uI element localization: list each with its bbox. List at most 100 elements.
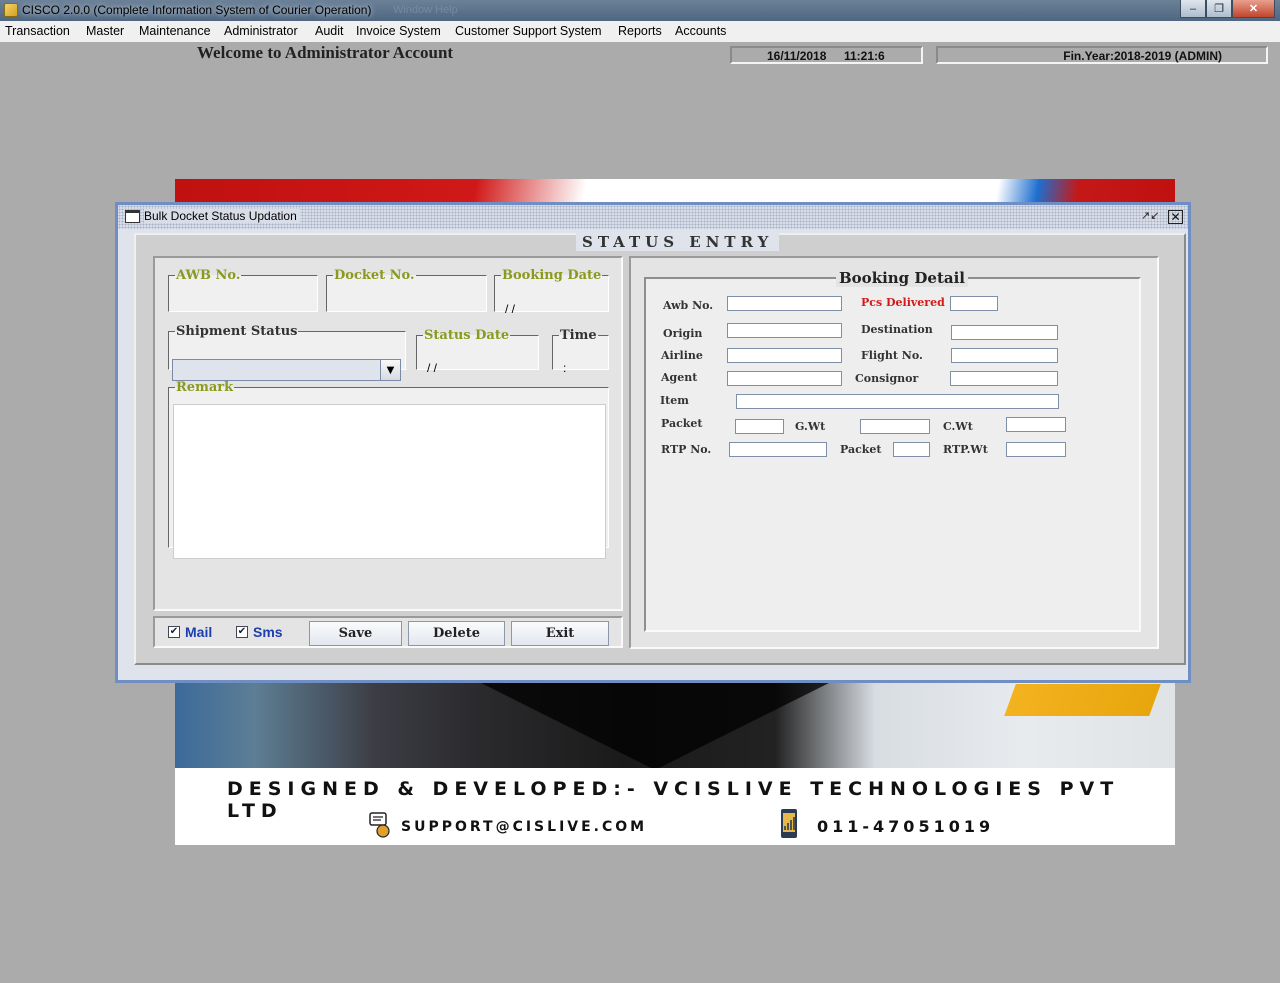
date-time-box: 16/11/2018 11:21:6: [730, 46, 923, 64]
time-field[interactable]: Time :: [552, 328, 609, 375]
banner-footer: DESIGNED & DEVELOPED:- VCISLIVE TECHNOLO…: [175, 768, 1175, 845]
app-icon: [4, 3, 18, 17]
mobile-phone-icon: [781, 809, 797, 838]
item-label: Item: [660, 394, 689, 407]
packet2-label: Packet: [840, 443, 882, 456]
remark-textarea[interactable]: [173, 404, 606, 559]
rtp-no-label: RTP No.: [661, 443, 712, 456]
gwt-label: G.Wt: [795, 420, 826, 433]
close-icon[interactable]: ✕: [1232, 0, 1275, 18]
booking-detail-title: Booking Detail: [836, 269, 968, 287]
app-title: CISCO 2.0.0 (Complete Information System…: [22, 3, 372, 17]
mail-label: Mail: [185, 624, 213, 640]
rtp-wt-input[interactable]: [1006, 442, 1066, 457]
consignor-label: Consignor: [855, 372, 919, 385]
forklift-image: [1004, 684, 1161, 716]
delete-button[interactable]: Delete: [408, 621, 505, 646]
rtp-wt-label: RTP.Wt: [943, 443, 988, 456]
exit-button[interactable]: Exit: [511, 621, 609, 646]
restore-icon[interactable]: ↗↙: [1141, 211, 1159, 223]
menu-master[interactable]: Master: [86, 24, 124, 38]
flight-no-input[interactable]: [951, 348, 1058, 363]
shipment-status-dropdown[interactable]: ▼: [172, 359, 401, 381]
sms-label: Sms: [253, 624, 283, 640]
shipment-status-label: Shipment Status: [176, 324, 298, 339]
chevron-down-icon[interactable]: ▼: [380, 360, 400, 380]
packet-input[interactable]: [735, 419, 784, 434]
packet-label: Packet: [661, 417, 703, 430]
status-date-label: Status Date: [424, 328, 510, 343]
shipment-status-field: Shipment Status ▼: [168, 324, 406, 381]
remark-field: Remark: [168, 380, 609, 559]
fin-year-box: Fin.Year:2018-2019 (ADMIN): [936, 46, 1268, 64]
booking-date-field[interactable]: Booking Date / /: [494, 268, 609, 316]
time-value: 11:21:6: [844, 49, 885, 63]
minimize-icon[interactable]: –: [1180, 0, 1206, 18]
booking-detail-panel: Booking Detail Awb No. Pcs Delivered Ori…: [629, 256, 1159, 649]
item-input[interactable]: [736, 394, 1059, 409]
status-date-field[interactable]: Status Date / /: [416, 328, 539, 375]
app-title-bar: CISCO 2.0.0 (Complete Information System…: [0, 0, 1280, 21]
dialog-title: Bulk Docket Status Updation: [144, 209, 300, 223]
cwt-label: C.Wt: [943, 420, 973, 433]
menu-transaction[interactable]: Transaction: [5, 24, 70, 38]
frame-icon: [125, 210, 140, 223]
gwt-input[interactable]: [860, 419, 930, 434]
packet2-input[interactable]: [893, 442, 930, 457]
booking-date-value: / /: [505, 302, 516, 316]
docket-field[interactable]: Docket No.: [326, 268, 487, 312]
agent-input[interactable]: [727, 371, 842, 386]
pcs-delivered-label: Pcs Delivered: [861, 296, 945, 309]
status-entry-frame: STATUS ENTRY AWB No. Docket No. Booking …: [134, 233, 1186, 665]
dialog-close-icon[interactable]: ✕: [1168, 210, 1183, 224]
awb-no-input[interactable]: [727, 296, 842, 311]
dialog-title-bar[interactable]: Bulk Docket Status Updation ↗↙ ✕: [118, 205, 1188, 229]
banner-collage-image: [175, 680, 1175, 770]
menu-audit[interactable]: Audit: [315, 24, 344, 38]
pcs-delivered-input[interactable]: [950, 296, 998, 311]
menu-accounts[interactable]: Accounts: [675, 24, 726, 38]
sms-checkbox[interactable]: ✔: [236, 626, 248, 638]
awb-no-label: Awb No.: [663, 299, 714, 312]
airline-input[interactable]: [727, 348, 842, 363]
menu-invoice-system[interactable]: Invoice System: [356, 24, 441, 38]
menu-reports[interactable]: Reports: [618, 24, 662, 38]
time-label: Time: [560, 328, 597, 343]
support-email: SUPPORT@CISLIVE.COM: [401, 819, 648, 835]
booking-date-label: Booking Date: [502, 268, 602, 283]
menu-administrator[interactable]: Administrator: [224, 24, 298, 38]
status-entry-title: STATUS ENTRY: [576, 233, 780, 251]
destination-label: Destination: [861, 323, 933, 336]
awb-label: AWB No.: [176, 268, 241, 283]
origin-label: Origin: [663, 327, 703, 340]
destination-input[interactable]: [951, 325, 1058, 340]
bulk-docket-dialog: Bulk Docket Status Updation ↗↙ ✕ STATUS …: [115, 202, 1191, 683]
docket-label: Docket No.: [334, 268, 415, 283]
entry-panel: AWB No. Docket No. Booking Date / / Ship…: [153, 256, 623, 611]
ghost-menu-text: Window Help: [393, 4, 458, 16]
agent-label: Agent: [661, 371, 698, 384]
action-bar: ✔ Mail ✔ Sms Save Delete Exit: [153, 616, 623, 648]
origin-input[interactable]: [727, 323, 842, 338]
time-value-field: :: [563, 361, 567, 375]
rtp-no-input[interactable]: [729, 442, 827, 457]
status-date-value: / /: [427, 361, 438, 375]
flight-no-label: Flight No.: [861, 349, 923, 362]
cwt-input[interactable]: [1006, 417, 1066, 432]
booking-detail-box: Booking Detail Awb No. Pcs Delivered Ori…: [644, 269, 1141, 632]
awb-field[interactable]: AWB No.: [168, 268, 318, 312]
menu-bar: Transaction Master Maintenance Administr…: [0, 21, 1280, 42]
consignor-input[interactable]: [950, 371, 1058, 386]
menu-maintenance[interactable]: Maintenance: [139, 24, 211, 38]
menu-customer-support-system[interactable]: Customer Support System: [455, 24, 602, 38]
support-phone: 011-47051019: [817, 817, 995, 836]
maximize-icon[interactable]: ❐: [1206, 0, 1232, 18]
welcome-text: Welcome to Administrator Account: [197, 43, 454, 62]
remark-label: Remark: [176, 380, 234, 395]
date-value: 16/11/2018: [767, 49, 827, 63]
airline-label: Airline: [661, 349, 703, 362]
save-button[interactable]: Save: [309, 621, 402, 646]
fin-year-value: Fin.Year:2018-2019 (ADMIN): [1063, 49, 1222, 63]
mail-checkbox[interactable]: ✔: [168, 626, 180, 638]
chat-icon: [369, 812, 390, 838]
